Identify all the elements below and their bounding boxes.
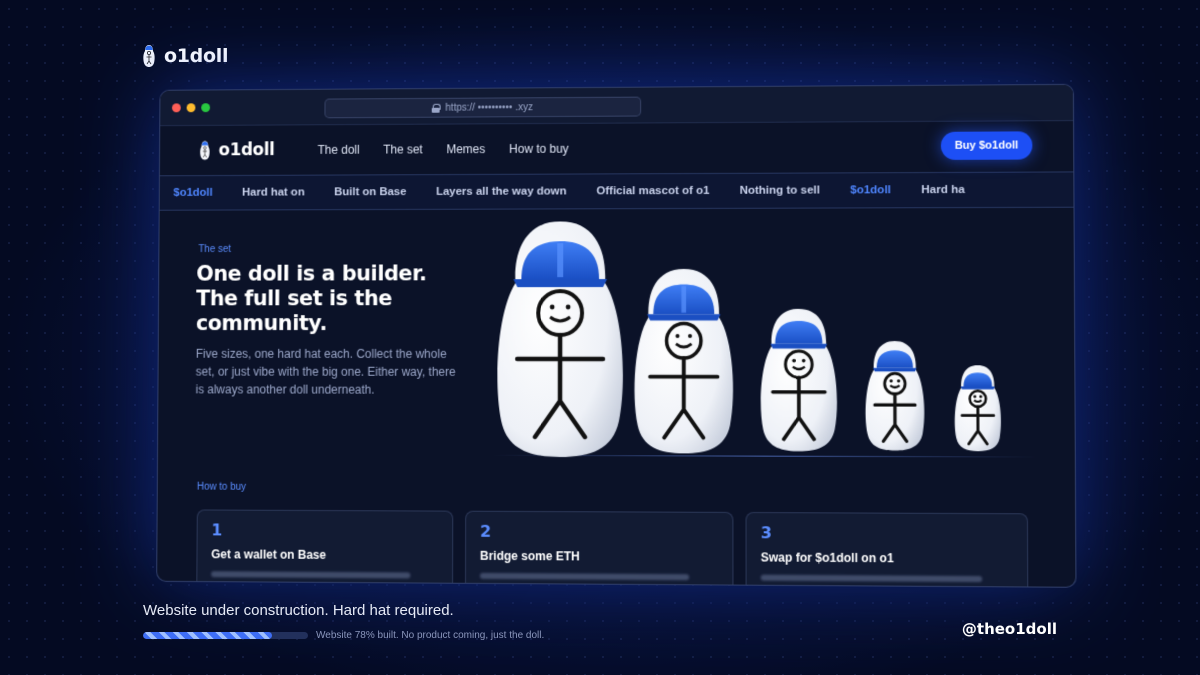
build-progress-fill bbox=[143, 632, 272, 639]
step-number: 2 bbox=[480, 521, 492, 541]
doll-5 bbox=[954, 365, 1002, 452]
nav-links: The doll The set Memes How to buy bbox=[318, 142, 569, 157]
hero-subtext: Five sizes, one hard hat each. Collect t… bbox=[195, 346, 456, 397]
how-to-buy-label: How to buy bbox=[196, 481, 247, 493]
ticker-item: Hard ha bbox=[921, 183, 965, 197]
hero-headline: One doll is a builder. The full set is t… bbox=[195, 261, 427, 335]
doll-2 bbox=[634, 268, 734, 454]
hero-section: The set One doll is a builder. The full … bbox=[158, 208, 1075, 481]
nav-link-the-set[interactable]: The set bbox=[383, 142, 423, 156]
site-logo-text: o1doll bbox=[218, 140, 275, 161]
minimize-window-icon[interactable] bbox=[186, 103, 196, 113]
step-title: Bridge some ETH bbox=[479, 548, 580, 564]
site-logo[interactable]: o1doll bbox=[199, 139, 275, 161]
ticker-item: $o1doll bbox=[173, 186, 213, 199]
build-progress-bar bbox=[143, 632, 308, 639]
ticker-item: Built on Base bbox=[334, 186, 407, 199]
nav-link-how-to-buy[interactable]: How to buy bbox=[509, 142, 569, 156]
step-description-placeholder bbox=[211, 571, 411, 579]
doll-4 bbox=[865, 341, 925, 451]
browser-window: https:// •••••••••• .xyz o1doll The doll… bbox=[156, 83, 1077, 588]
maximize-window-icon[interactable] bbox=[201, 103, 211, 113]
step-title: Swap for $o1doll on o1 bbox=[760, 550, 894, 566]
address-bar[interactable]: https:// •••••••••• .xyz bbox=[324, 96, 642, 119]
step-card: 3 Swap for $o1doll on o1 bbox=[745, 511, 1029, 588]
brand-name: o1doll bbox=[164, 45, 229, 67]
step-card: 2 Bridge some ETH bbox=[464, 510, 734, 588]
doll-logo-icon bbox=[143, 45, 155, 67]
brand: o1doll bbox=[142, 44, 228, 68]
step-number: 3 bbox=[760, 523, 772, 543]
lock-icon bbox=[432, 103, 440, 112]
ticker-item: Official mascot of o1 bbox=[596, 184, 710, 198]
step-card: 1 Get a wallet on Base bbox=[196, 509, 454, 588]
browser-titlebar: https:// •••••••••• .xyz bbox=[160, 84, 1074, 127]
address-bar-url: https:// •••••••••• .xyz bbox=[445, 101, 533, 114]
ticker-item: Hard hat on bbox=[241, 186, 305, 199]
step-description-placeholder bbox=[479, 572, 690, 581]
ticker-item: $o1doll bbox=[850, 184, 891, 197]
nav-link-the-doll[interactable]: The doll bbox=[318, 143, 360, 157]
step-title: Get a wallet on Base bbox=[211, 547, 327, 562]
ticker-bar: $o1doll Hard hat on Built on Base Layers… bbox=[159, 171, 1074, 211]
ticker-item: Layers all the way down bbox=[436, 185, 567, 198]
step-description-placeholder bbox=[760, 574, 983, 583]
doll-3 bbox=[760, 308, 838, 452]
buy-button[interactable]: Buy $o1doll bbox=[940, 131, 1033, 160]
doll-set-illustration bbox=[498, 221, 1002, 457]
step-number: 1 bbox=[211, 520, 223, 540]
doll-1 bbox=[498, 221, 623, 457]
hero-eyebrow: The set bbox=[198, 244, 232, 255]
site-nav: o1doll The doll The set Memes How to buy… bbox=[160, 121, 1073, 175]
ticker-item: Nothing to sell bbox=[739, 184, 820, 197]
nav-link-memes[interactable]: Memes bbox=[446, 142, 485, 156]
build-progress-text: Website 78% built. No product coming, ju… bbox=[316, 630, 545, 641]
social-handle[interactable]: @theo1doll bbox=[962, 620, 1057, 638]
doll-logo-icon bbox=[200, 141, 210, 160]
footer-tagline: Website under construction. Hard hat req… bbox=[143, 602, 454, 619]
close-window-icon[interactable] bbox=[172, 103, 181, 113]
